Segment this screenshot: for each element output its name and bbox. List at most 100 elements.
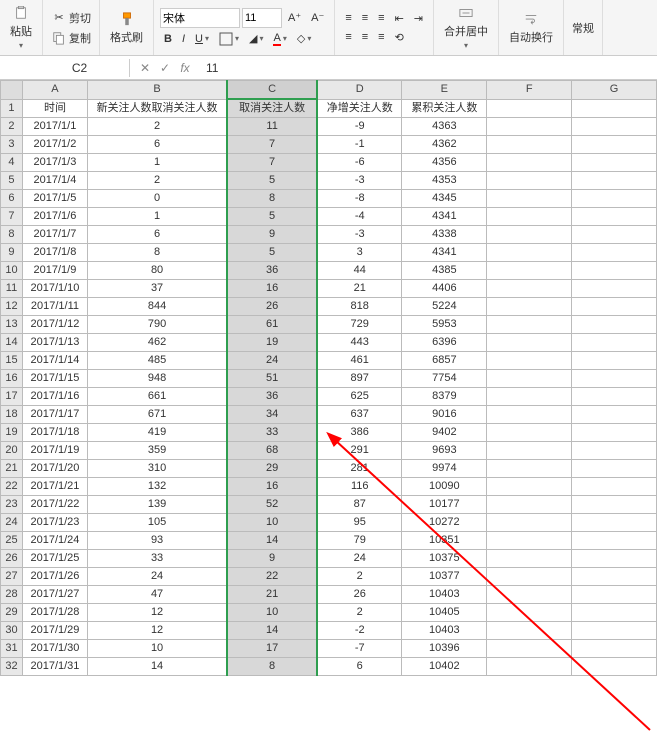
cell-G24[interactable] [572,514,657,532]
cell-A32[interactable]: 2017/1/31 [22,658,87,676]
row-header-2[interactable]: 2 [1,118,23,136]
cell-D8[interactable]: -3 [317,226,402,244]
row-header-26[interactable]: 26 [1,550,23,568]
row-header-24[interactable]: 24 [1,514,23,532]
cell-E8[interactable]: 4338 [402,226,487,244]
cell-C22[interactable]: 16 [227,478,317,496]
cell-F4[interactable] [487,154,572,172]
cell-E32[interactable]: 10402 [402,658,487,676]
cell-D1[interactable]: 净增关注人数 [317,99,402,118]
cell-F28[interactable] [487,586,572,604]
cell-D9[interactable]: 3 [317,244,402,262]
cell-E25[interactable]: 10351 [402,532,487,550]
cell-C15[interactable]: 24 [227,352,317,370]
cell-G5[interactable] [572,172,657,190]
cell-A29[interactable]: 2017/1/28 [22,604,87,622]
row-header-3[interactable]: 3 [1,136,23,154]
cell-C7[interactable]: 5 [227,208,317,226]
cell-B9[interactable]: 8 [87,244,227,262]
cell-B11[interactable]: 37 [87,280,227,298]
align-top-button[interactable]: ≡ [341,10,355,26]
cell-A17[interactable]: 2017/1/16 [22,388,87,406]
cell-D25[interactable]: 79 [317,532,402,550]
cell-D18[interactable]: 637 [317,406,402,424]
cell-F23[interactable] [487,496,572,514]
cell-B1[interactable]: 新关注人数取消关注人数 [87,99,227,118]
cell-A10[interactable]: 2017/1/9 [22,262,87,280]
cell-G27[interactable] [572,568,657,586]
row-header-21[interactable]: 21 [1,460,23,478]
row-header-18[interactable]: 18 [1,406,23,424]
font-size-select[interactable] [242,8,282,28]
cell-D24[interactable]: 95 [317,514,402,532]
bold-button[interactable]: B [160,31,176,47]
cell-A4[interactable]: 2017/1/3 [22,154,87,172]
cell-G10[interactable] [572,262,657,280]
select-all-corner[interactable] [1,81,23,100]
cell-G14[interactable] [572,334,657,352]
cell-F6[interactable] [487,190,572,208]
cell-D23[interactable]: 87 [317,496,402,514]
cell-F29[interactable] [487,604,572,622]
cell-A12[interactable]: 2017/1/11 [22,298,87,316]
cell-B12[interactable]: 844 [87,298,227,316]
cell-G18[interactable] [572,406,657,424]
wrap-text-button[interactable]: 自动换行 [503,7,559,49]
cell-D29[interactable]: 2 [317,604,402,622]
row-header-23[interactable]: 23 [1,496,23,514]
cell-E29[interactable]: 10405 [402,604,487,622]
cell-C12[interactable]: 26 [227,298,317,316]
align-center-button[interactable]: ≡ [358,29,372,45]
cell-F11[interactable] [487,280,572,298]
paste-button[interactable]: 粘贴▾ [4,1,38,54]
row-header-16[interactable]: 16 [1,370,23,388]
row-header-1[interactable]: 1 [1,99,23,118]
cell-B6[interactable]: 0 [87,190,227,208]
cell-G29[interactable] [572,604,657,622]
cell-F25[interactable] [487,532,572,550]
cell-G26[interactable] [572,550,657,568]
cell-F18[interactable] [487,406,572,424]
cell-E26[interactable]: 10375 [402,550,487,568]
row-header-32[interactable]: 32 [1,658,23,676]
cell-E30[interactable]: 10403 [402,622,487,640]
cell-B7[interactable]: 1 [87,208,227,226]
cell-E20[interactable]: 9693 [402,442,487,460]
increase-font-button[interactable]: A⁺ [284,9,305,26]
cell-A22[interactable]: 2017/1/21 [22,478,87,496]
spreadsheet[interactable]: ABCDEFG1时间新关注人数取消关注人数取消关注人数净增关注人数累积关注人数2… [0,80,657,676]
cell-A16[interactable]: 2017/1/15 [22,370,87,388]
cell-E10[interactable]: 4385 [402,262,487,280]
underline-button[interactable]: U▾ [191,31,213,47]
col-header-C[interactable]: C [227,81,317,100]
col-header-G[interactable]: G [572,81,657,100]
cell-G6[interactable] [572,190,657,208]
cell-G3[interactable] [572,136,657,154]
cell-C1[interactable]: 取消关注人数 [227,99,317,118]
cell-B13[interactable]: 790 [87,316,227,334]
number-format-select[interactable]: 常规 [568,18,598,38]
cell-C20[interactable]: 68 [227,442,317,460]
cell-E4[interactable]: 4356 [402,154,487,172]
cell-A30[interactable]: 2017/1/29 [22,622,87,640]
cell-B4[interactable]: 1 [87,154,227,172]
cancel-icon[interactable]: ✕ [136,61,154,75]
italic-button[interactable]: I [178,31,189,47]
format-painter-button[interactable]: 格式刷 [104,7,149,49]
cell-F30[interactable] [487,622,572,640]
align-right-button[interactable]: ≡ [374,29,388,45]
row-header-28[interactable]: 28 [1,586,23,604]
cell-A28[interactable]: 2017/1/27 [22,586,87,604]
cell-B14[interactable]: 462 [87,334,227,352]
cell-B20[interactable]: 359 [87,442,227,460]
cell-C26[interactable]: 9 [227,550,317,568]
cell-E27[interactable]: 10377 [402,568,487,586]
cell-A21[interactable]: 2017/1/20 [22,460,87,478]
font-color-button[interactable]: A▾ [269,30,290,48]
cell-G22[interactable] [572,478,657,496]
cell-D16[interactable]: 897 [317,370,402,388]
cell-G32[interactable] [572,658,657,676]
cell-F12[interactable] [487,298,572,316]
cell-C30[interactable]: 14 [227,622,317,640]
cell-D21[interactable]: 281 [317,460,402,478]
